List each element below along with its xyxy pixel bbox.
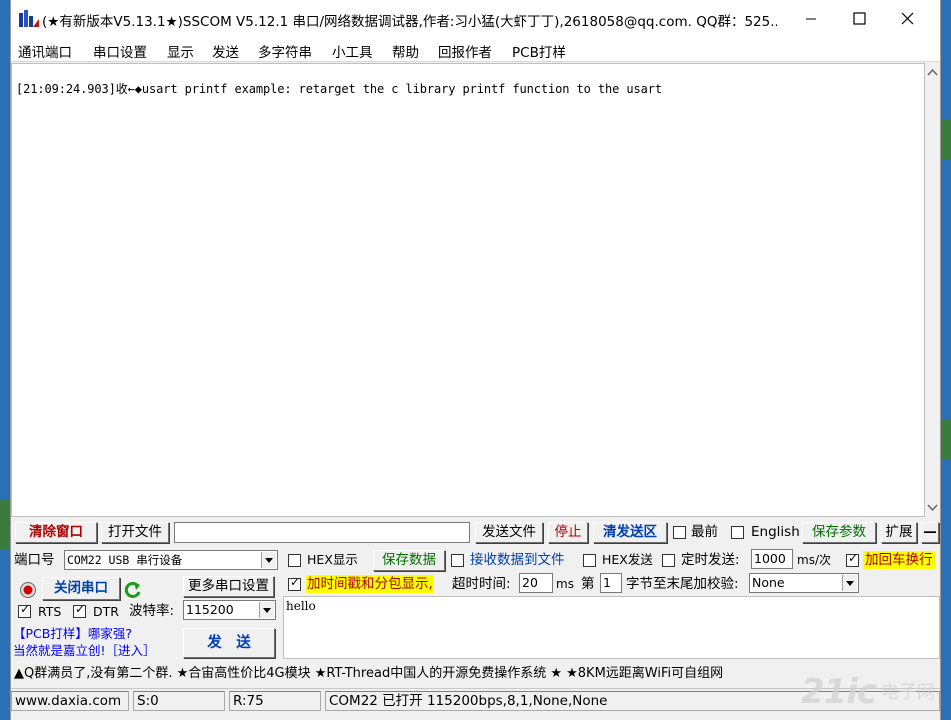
pcb-promo-line-2: 当然就是嘉立创!［进入］: [13, 643, 156, 658]
close-icon: [901, 12, 914, 25]
menu-bar: 通讯端口 串口设置 显示 发送 多字符串 小工具 帮助 回报作者 PCB打样: [11, 38, 940, 62]
send-text: hello: [286, 599, 316, 613]
send-interval-unit: ms/次: [797, 553, 831, 567]
baud-select-value: 115200: [186, 602, 234, 617]
timeout-input[interactable]: 20: [519, 573, 553, 593]
minimize-button[interactable]: [787, 0, 835, 38]
send-button[interactable]: 发 送: [183, 628, 275, 658]
open-file-button[interactable]: 打开文件: [101, 522, 169, 543]
dtr-checkbox[interactable]: [73, 602, 86, 618]
timed-send-label: 定时发送:: [681, 552, 740, 568]
menu-pcb[interactable]: PCB打样: [512, 41, 566, 61]
topmost-label: 最前: [691, 524, 718, 540]
recv-to-file-checkbox[interactable]: [451, 554, 464, 567]
file-path-input[interactable]: [174, 522, 470, 543]
menu-display[interactable]: 显示: [167, 41, 194, 61]
dtr-label: DTR: [93, 604, 119, 619]
chevron-down-icon: [261, 552, 276, 568]
hex-send-checkbox[interactable]: [583, 554, 596, 567]
chevron-down-icon: [842, 575, 857, 591]
hex-display-label: HEX显示: [307, 552, 358, 567]
timestamp-checkbox[interactable]: [288, 575, 301, 591]
scroll-down-icon: [927, 504, 938, 512]
chevron-down-icon: [259, 602, 274, 618]
minimize-icon: [806, 18, 816, 20]
rts-label: RTS: [38, 604, 62, 619]
checksum-select[interactable]: None: [749, 573, 859, 593]
collapse-button[interactable]: —: [921, 522, 939, 543]
maximize-button[interactable]: [835, 0, 883, 38]
watermark-logo: 21ic 电子网: [797, 672, 941, 720]
clear-send-button[interactable]: 清发送区: [593, 522, 667, 543]
byte-label-suffix: 字节至末尾加校验:: [626, 576, 739, 592]
baud-select[interactable]: 115200: [183, 600, 276, 620]
timed-send-checkbox[interactable]: [662, 554, 675, 567]
menu-multi-string[interactable]: 多字符串: [258, 41, 312, 61]
port-select-value: COM22 USB 串行设备: [67, 553, 183, 567]
receive-line: [21:09:24.903]收←◆usart printf example: r…: [16, 82, 662, 96]
menu-comm-port[interactable]: 通讯端口: [18, 41, 72, 61]
checksum-select-value: None: [752, 575, 785, 590]
sscom-window: (★有新版本V5.13.1★)SSCOM V5.12.1 串口/网络数据调试器,…: [10, 0, 941, 720]
add-crlf-checkbox[interactable]: [846, 551, 859, 567]
refresh-icon[interactable]: [123, 580, 143, 600]
hex-display-checkbox[interactable]: [288, 554, 301, 567]
menu-tools[interactable]: 小工具: [332, 41, 373, 61]
desktop-edge-left: [0, 500, 10, 550]
status-received-count: R:75: [229, 691, 321, 711]
add-crlf-label: 加回车换行: [863, 551, 935, 569]
rts-checkbox[interactable]: [18, 602, 31, 618]
english-label: English: [751, 524, 800, 540]
timestamp-label: 加时间戳和分包显示,: [306, 575, 434, 593]
save-data-button[interactable]: 保存数据: [373, 550, 445, 571]
byte-index-input[interactable]: 1: [600, 573, 622, 593]
send-interval-input[interactable]: 1000: [751, 549, 793, 569]
app-icon: [19, 10, 39, 27]
more-port-settings-button[interactable]: 更多串口设置: [183, 576, 274, 597]
menu-help[interactable]: 帮助: [392, 41, 419, 61]
english-checkbox[interactable]: [731, 526, 744, 539]
send-text-area[interactable]: hello: [283, 596, 940, 659]
menu-send[interactable]: 发送: [212, 41, 239, 61]
port-status-icon: [20, 582, 36, 598]
baud-label: 波特率:: [129, 603, 175, 619]
pcb-promo-line-1: 【PCB打样】哪家强?: [13, 626, 132, 641]
save-params-button[interactable]: 保存参数: [802, 522, 876, 543]
desktop-edge-right-top: [941, 120, 951, 160]
recv-to-file-label[interactable]: 接收数据到文件: [470, 551, 565, 569]
send-file-button[interactable]: 发送文件: [475, 522, 543, 543]
hex-send-label: HEX发送: [602, 552, 653, 567]
title-bar[interactable]: (★有新版本V5.13.1★)SSCOM V5.12.1 串口/网络数据调试器,…: [11, 0, 940, 38]
watermark-text-secondary: 电子网: [881, 682, 935, 703]
stop-button[interactable]: 停止: [548, 522, 588, 543]
maximize-icon: [853, 12, 866, 25]
port-label: 端口号: [14, 552, 55, 568]
byte-label-prefix: 第: [581, 576, 595, 592]
timeout-unit: ms: [556, 577, 574, 591]
status-website[interactable]: www.daxia.com: [11, 691, 129, 711]
clear-window-button[interactable]: 清除窗口: [15, 522, 97, 543]
receive-area[interactable]: [21:09:24.903]收←◆usart printf example: r…: [11, 63, 925, 517]
expand-button[interactable]: 扩展: [881, 522, 917, 543]
status-sent-count: S:0: [133, 691, 225, 711]
menu-port-settings[interactable]: 串口设置: [93, 41, 147, 61]
timeout-label: 超时时间:: [452, 576, 511, 592]
scroll-up-icon: [927, 68, 938, 76]
pcb-promo-link[interactable]: 【PCB打样】哪家强? 当然就是嘉立创!［进入］: [13, 626, 179, 662]
close-port-button[interactable]: 关闭串口: [42, 577, 120, 600]
menu-feedback[interactable]: 回报作者: [438, 41, 492, 61]
window-title: (★有新版本V5.13.1★)SSCOM V5.12.1 串口/网络数据调试器,…: [42, 14, 777, 30]
topmost-checkbox[interactable]: [673, 526, 686, 539]
desktop-edge-right-bottom: [941, 420, 951, 460]
watermark-text-primary: 21ic: [801, 672, 877, 712]
receive-scrollbar[interactable]: [925, 63, 940, 517]
close-button[interactable]: [883, 0, 931, 38]
port-select[interactable]: COM22 USB 串行设备: [64, 550, 278, 570]
